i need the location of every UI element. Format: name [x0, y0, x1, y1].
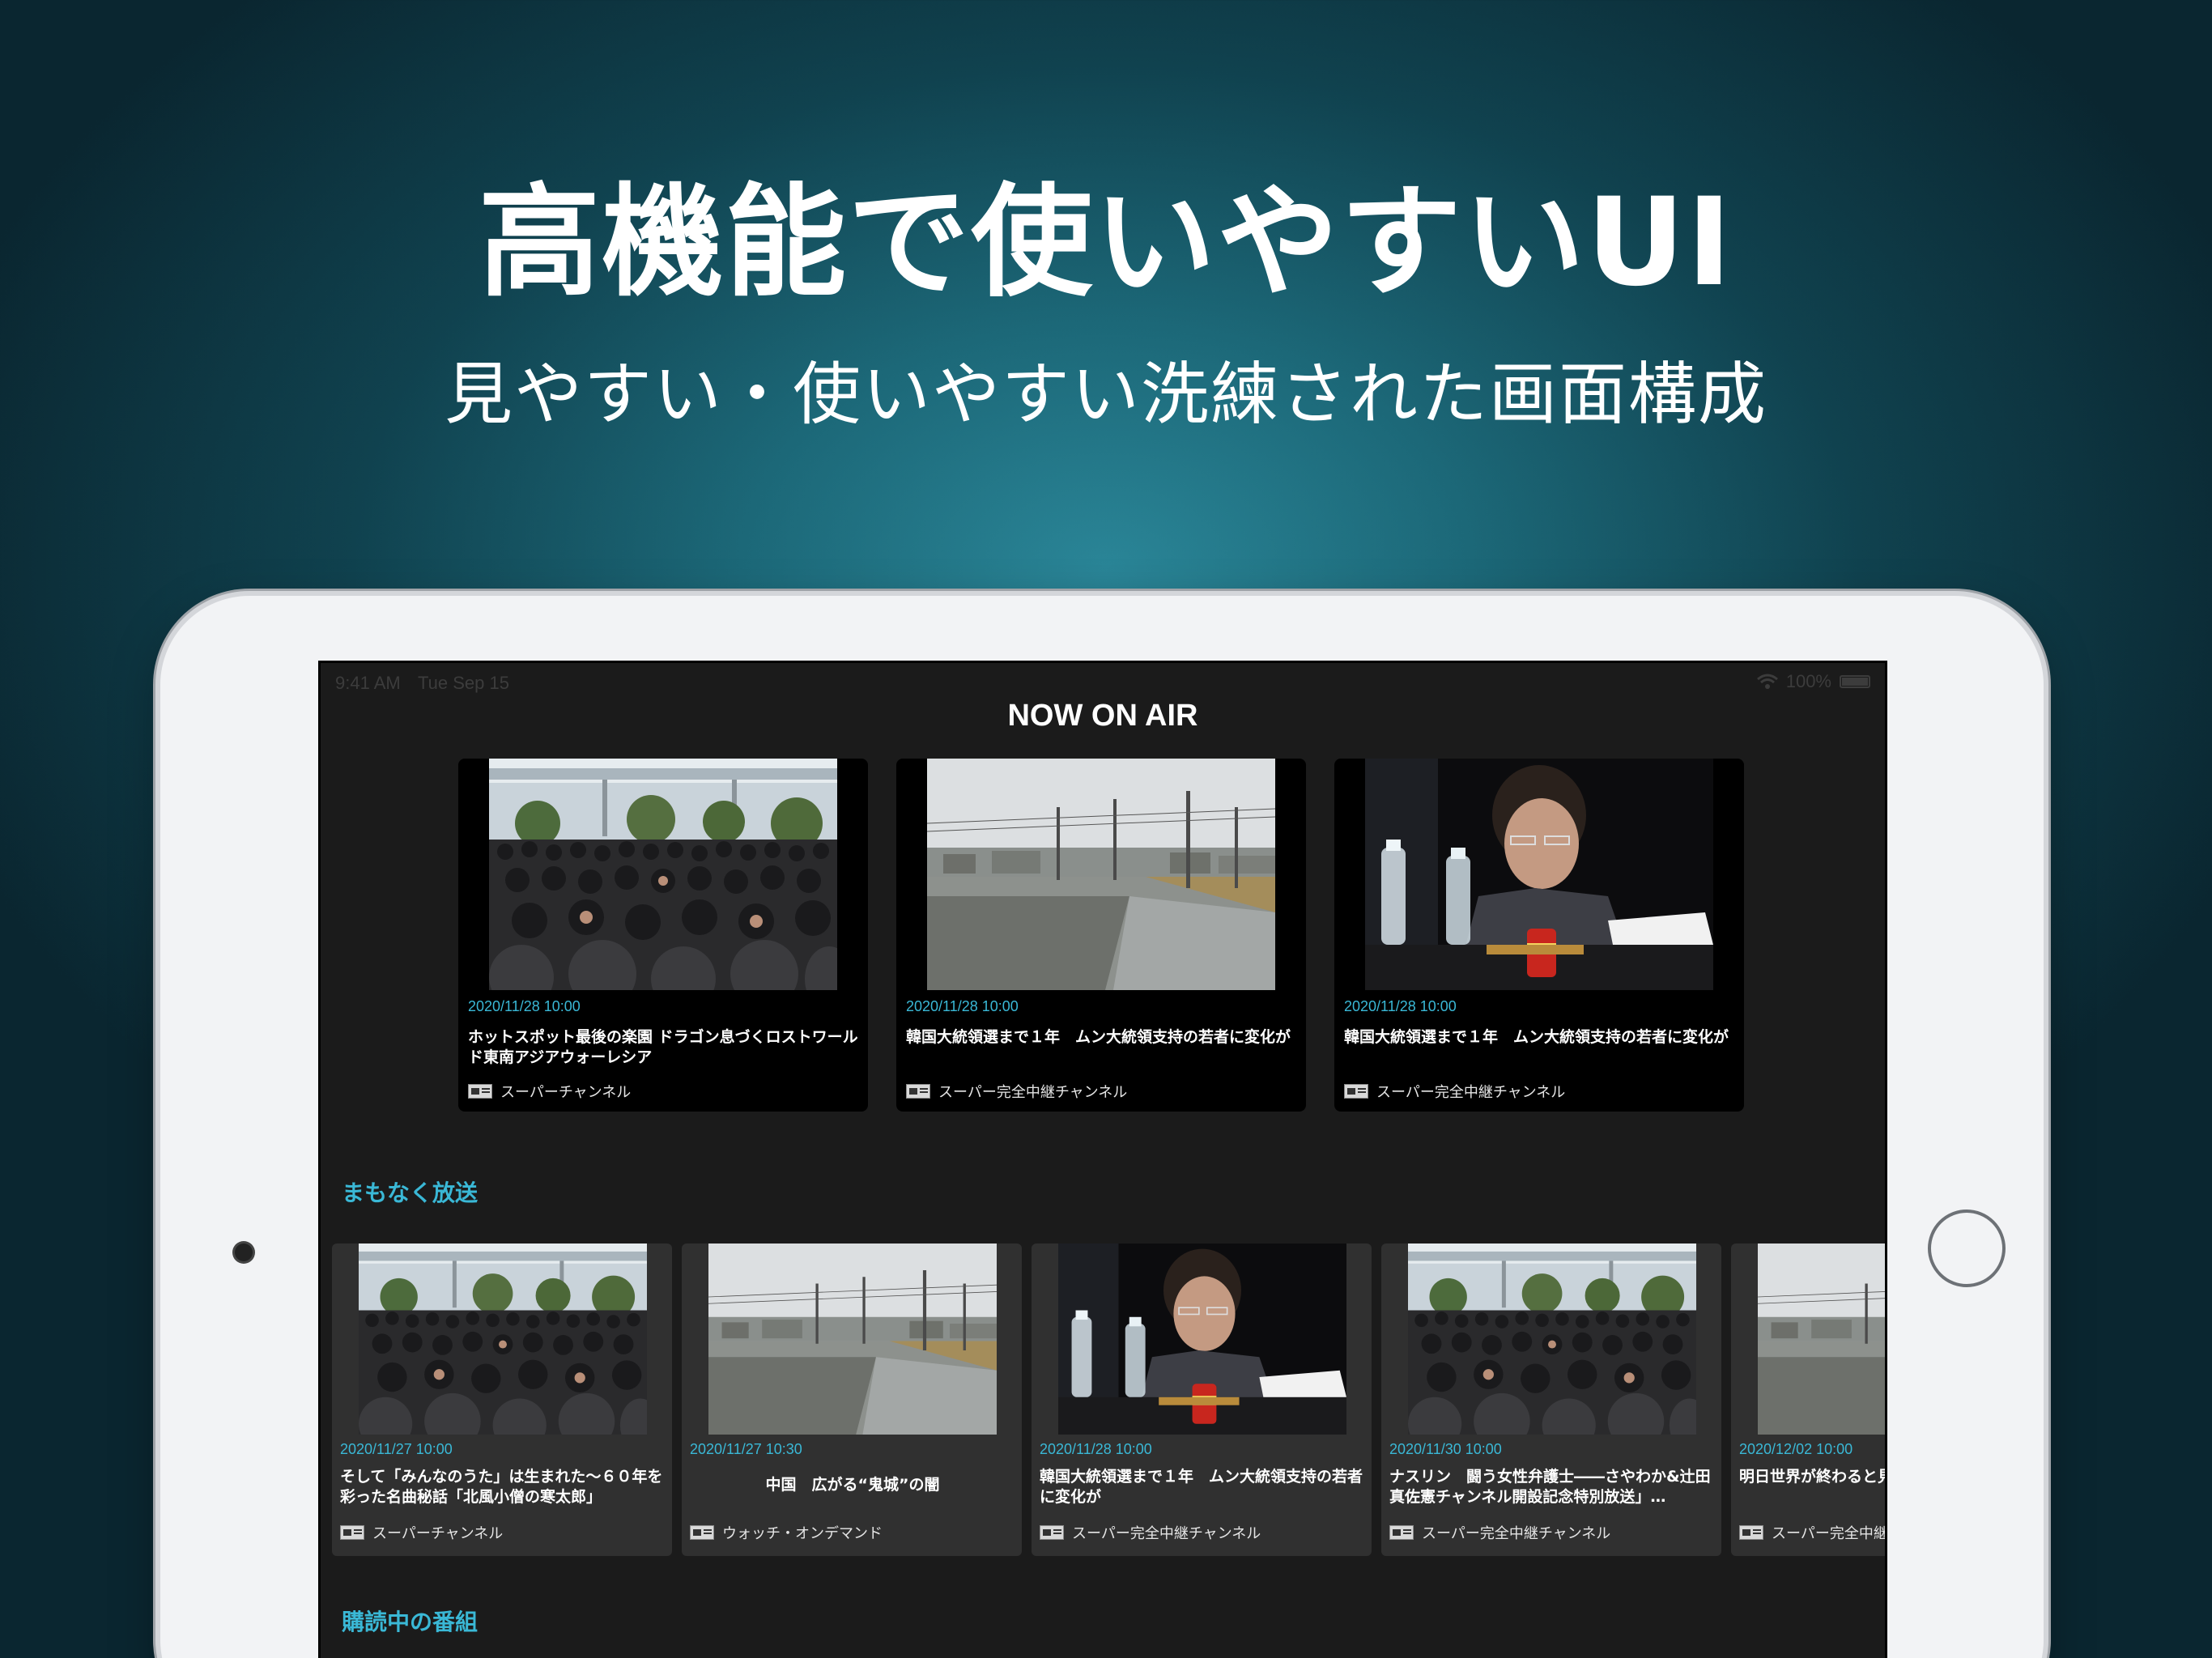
- program-title: 韓国大統領選まで１年 ムン大統領支持の若者に変化が: [1344, 1028, 1729, 1046]
- program-date: 2020/11/30 10:00: [1389, 1441, 1502, 1457]
- program-title: 明日世界が終わると見ぬ頂へ」: [1739, 1468, 1885, 1486]
- program-channel: スーパー完全中継チャンネル: [1389, 1522, 1610, 1543]
- program-thumbnail[interactable]: [708, 1244, 997, 1435]
- status-indicators: 100%: [1756, 671, 1870, 692]
- program-title: 韓国大統領選まで１年 ムン大統領支持の若者に変化が: [906, 1028, 1291, 1046]
- program-thumbnail[interactable]: [1365, 759, 1713, 990]
- crowd-photo: [1408, 1244, 1696, 1435]
- program-title: ナスリン 闘う女性弁護士――さやわか&辻田真佐憲チャンネル開設記念特別放送」…: [1389, 1468, 1711, 1506]
- battery-icon: [1840, 675, 1870, 688]
- channel-logo-icon: [1040, 1525, 1064, 1540]
- section-heading-coming-soon: まもなく放送: [342, 1180, 479, 1206]
- program-thumbnail[interactable]: [927, 759, 1275, 990]
- program-date: 2020/11/27 10:00: [340, 1441, 453, 1457]
- flooded-town-photo: [1758, 1244, 1885, 1435]
- channel-name: スーパー完全中継チャンネル: [1376, 1084, 1566, 1101]
- program-card[interactable]: 2020/11/30 10:00 ナスリン 闘う女性弁護士――さやわか&辻田真佐憲…: [1381, 1244, 1721, 1556]
- channel-logo-icon: [1344, 1084, 1368, 1099]
- program-title: 韓国大統領選まで１年 ムン大統領支持の若者に変化が: [1040, 1468, 1363, 1506]
- screen-title: NOW ON AIR: [1007, 699, 1198, 733]
- program-channel: ウォッチ・オンデマンド: [690, 1522, 883, 1543]
- program-thumbnail[interactable]: [359, 1244, 647, 1435]
- program-date: 2020/11/28 10:00: [468, 998, 581, 1014]
- channel-logo-icon: [1739, 1525, 1763, 1540]
- flooded-town-photo: [708, 1244, 997, 1435]
- home-button[interactable]: [1928, 1209, 2006, 1287]
- section-heading-subscribed: 購読中の番組: [342, 1609, 479, 1635]
- program-channel: スーパーチャンネル: [340, 1522, 503, 1543]
- program-title: そして「みんなのうた」は生まれた〜６０年を彩った名曲秘話「北風小僧の寒太郎」: [340, 1468, 663, 1506]
- program-date: 2020/11/28 10:00: [1040, 1441, 1152, 1457]
- program-card[interactable]: 2020/12/02 10:00 明日世界が終わると見ぬ頂へ」スーパー完全中継: [1731, 1244, 1887, 1556]
- ipad-frame: 9:41 AM Tue Sep 15 100% NOW ON AIR 2020/…: [160, 596, 2044, 1658]
- program-thumbnail[interactable]: [1408, 1244, 1696, 1435]
- program-title: 中国 広がる“鬼城”の闇: [765, 1476, 940, 1494]
- status-date: Tue Sep 15: [418, 673, 509, 693]
- program-thumbnail[interactable]: [489, 759, 837, 990]
- program-card[interactable]: 2020/11/28 10:00 韓国大統領選まで１年 ムン大統領支持の若者に変化…: [1334, 759, 1744, 1112]
- channel-logo-icon: [1389, 1525, 1414, 1540]
- program-date: 2020/11/28 10:00: [906, 998, 1019, 1014]
- program-title: ホットスポット最後の楽園 ドラゴン息づくロストワールド東南アジアウォーレシア: [468, 1028, 858, 1066]
- battery-percent: 100%: [1785, 671, 1831, 691]
- front-camera: [235, 1244, 253, 1261]
- channel-logo-icon: [340, 1525, 364, 1540]
- man-at-table-photo: [1058, 1244, 1346, 1435]
- program-date: 2020/11/28 10:00: [1344, 998, 1457, 1014]
- crowd-photo: [359, 1244, 647, 1435]
- man-at-table-photo: [1365, 759, 1713, 990]
- wifi-icon: [1756, 674, 1778, 689]
- program-card[interactable]: 2020/11/28 10:00 韓国大統領選まで１年 ムン大統領支持の若者に変化…: [1032, 1244, 1372, 1556]
- channel-logo-icon: [906, 1084, 930, 1099]
- app-screen: 9:41 AM Tue Sep 15 100% NOW ON AIR 2020/…: [318, 661, 1887, 1658]
- channel-name: ウォッチ・オンデマンド: [722, 1525, 883, 1542]
- program-channel: スーパー完全中継チャンネル: [1040, 1522, 1261, 1543]
- program-date: 2020/11/27 10:30: [690, 1441, 802, 1457]
- program-card[interactable]: 2020/11/27 10:00 そして「みんなのうた」は生まれた〜６０年を彩った…: [332, 1244, 672, 1556]
- program-thumbnail[interactable]: [1058, 1244, 1346, 1435]
- program-card[interactable]: 2020/11/27 10:30 中国 広がる“鬼城”の闇ウォッチ・オンデマンド: [682, 1244, 1022, 1556]
- channel-name: スーパー完全中継: [1772, 1525, 1887, 1542]
- channel-logo-icon: [690, 1525, 714, 1540]
- channel-name: スーパー完全中継チャンネル: [1072, 1525, 1261, 1542]
- program-date: 2020/12/02 10:00: [1739, 1441, 1853, 1457]
- subheadline: 見やすい・使いやすい洗練された画面構成: [444, 355, 1767, 434]
- status-bar: 9:41 AM Tue Sep 15 100%: [321, 663, 1885, 700]
- channel-name: スーパー完全中継チャンネル: [938, 1084, 1128, 1101]
- crowd-photo: [489, 759, 837, 990]
- program-channel: スーパー完全中継: [1739, 1522, 1887, 1543]
- program-card[interactable]: 2020/11/28 10:00 ホットスポット最後の楽園 ドラゴン息づくロストワ…: [458, 759, 868, 1112]
- channel-name: スーパーチャンネル: [500, 1084, 632, 1101]
- program-thumbnail[interactable]: [1758, 1244, 1885, 1435]
- channel-name: スーパーチャンネル: [372, 1525, 504, 1542]
- program-card[interactable]: 2020/11/28 10:00 韓国大統領選まで１年 ムン大統領支持の若者に変化…: [896, 759, 1306, 1112]
- program-channel: スーパー完全中継チャンネル: [906, 1081, 1127, 1102]
- channel-logo-icon: [468, 1084, 492, 1099]
- program-channel: スーパーチャンネル: [468, 1081, 631, 1102]
- headline: 高機能で使いやすいUI: [479, 172, 1733, 313]
- channel-name: スーパー完全中継チャンネル: [1422, 1525, 1611, 1542]
- program-channel: スーパー完全中継チャンネル: [1344, 1081, 1565, 1102]
- flooded-town-photo: [927, 759, 1275, 990]
- status-time: 9:41 AM: [335, 673, 401, 693]
